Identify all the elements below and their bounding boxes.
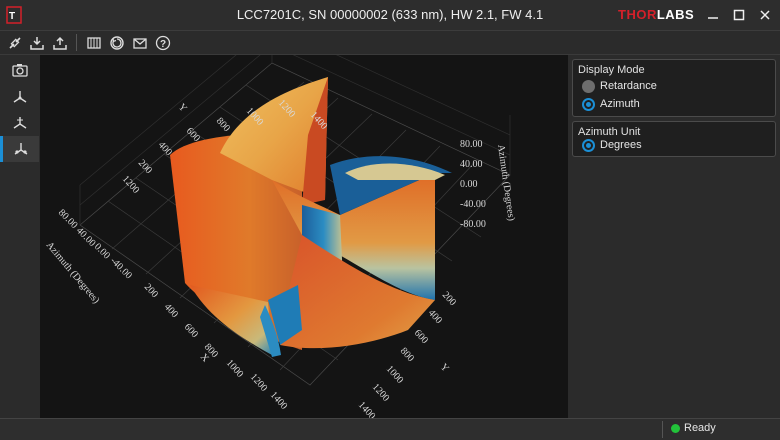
degrees-radio[interactable]	[582, 139, 595, 152]
svg-text:Azimuth (Degrees): Azimuth (Degrees)	[495, 144, 517, 222]
svg-text:0.00: 0.00	[460, 179, 478, 190]
3d-plot-icon	[14, 143, 28, 155]
svg-text:1200: 1200	[120, 174, 142, 196]
svg-text:?: ?	[160, 39, 166, 50]
svg-text:0.00: 0.00	[92, 241, 112, 261]
status-separator	[662, 421, 663, 438]
download-button[interactable]	[27, 33, 47, 52]
help-icon: ?	[155, 35, 171, 50]
thorlabs-logo: THORLABS	[618, 7, 695, 22]
email-icon	[133, 37, 147, 49]
svg-text:-80.00: -80.00	[460, 219, 486, 230]
display-mode-title: Display Mode	[578, 64, 645, 76]
svg-text:600: 600	[182, 322, 200, 341]
z-axis-right: 80.00 40.00 0.00 -40.00 -80.00 Azimuth (…	[460, 139, 517, 230]
connect-button[interactable]	[5, 33, 25, 52]
settings-panel: Display Mode Retardance Azimuth Azimuth …	[569, 55, 780, 418]
status-led-icon	[671, 424, 680, 433]
upload-button[interactable]	[50, 33, 70, 52]
calibration-icon	[87, 36, 101, 49]
azimuth-radio[interactable]	[582, 98, 595, 111]
svg-text:40.00: 40.00	[74, 225, 98, 249]
minimize-icon	[708, 17, 718, 19]
3d-plot-view[interactable]: 200 400 600 800 1000 1200 1400 Y 200 400…	[40, 55, 568, 418]
svg-text:Y: Y	[438, 362, 451, 375]
3d-surface-plot: 200 400 600 800 1000 1200 1400 Y 200 400…	[44, 55, 517, 418]
svg-text:200: 200	[136, 158, 154, 177]
svg-text:800: 800	[398, 346, 416, 365]
help-button[interactable]: ?	[153, 33, 173, 52]
degrees-label[interactable]: Degrees	[600, 139, 642, 151]
connect-icon	[9, 36, 21, 49]
svg-text:1400: 1400	[356, 400, 378, 418]
close-button[interactable]	[750, 0, 780, 30]
close-icon	[760, 10, 770, 20]
azimuth-unit-title: Azimuth Unit	[578, 126, 641, 138]
svg-text:1200: 1200	[370, 382, 392, 404]
axes-alt-icon	[13, 117, 27, 129]
display-mode-group: Display Mode Retardance Azimuth	[572, 59, 776, 117]
azimuth-unit-group: Azimuth Unit Degrees	[572, 121, 776, 157]
svg-text:1200: 1200	[248, 372, 270, 394]
calibration-button[interactable]	[84, 33, 104, 52]
download-icon	[30, 36, 44, 50]
retardance-label[interactable]: Retardance	[600, 80, 657, 92]
email-button[interactable]	[130, 33, 150, 52]
svg-text:1400: 1400	[268, 390, 290, 412]
svg-text:80.00: 80.00	[56, 207, 80, 231]
svg-text:80.00: 80.00	[460, 139, 483, 150]
svg-text:600: 600	[412, 328, 430, 347]
svg-text:1000: 1000	[224, 358, 246, 380]
camera-icon	[12, 64, 28, 77]
toolbar: ?	[0, 31, 780, 55]
svg-text:1000: 1000	[384, 364, 406, 386]
sidebar-item-axes[interactable]	[5, 84, 35, 110]
axes-icon	[13, 91, 27, 103]
svg-text:200: 200	[440, 290, 458, 309]
azimuth-label[interactable]: Azimuth	[600, 98, 640, 110]
refresh-icon	[110, 35, 124, 50]
maximize-icon	[733, 9, 745, 21]
svg-text:-40.00: -40.00	[460, 199, 486, 210]
sidebar-item-axes-alt[interactable]	[5, 110, 35, 136]
retardance-radio[interactable]	[582, 80, 595, 93]
svg-text:200: 200	[142, 282, 160, 301]
left-sidebar	[0, 55, 39, 418]
z-axis-left: 80.00 40.00 0.00 -40.00 Azimuth (Degrees…	[44, 207, 134, 306]
status-text: Ready	[684, 422, 716, 434]
svg-text:400: 400	[426, 308, 444, 327]
upload-icon	[53, 36, 67, 50]
svg-text:800: 800	[214, 116, 232, 135]
title-bar: T LCC7201C, SN 00000002 (633 nm), HW 2.1…	[0, 0, 780, 31]
svg-text:40.00: 40.00	[460, 159, 483, 170]
toolbar-separator	[76, 34, 77, 51]
svg-text:-40.00: -40.00	[108, 255, 134, 281]
sidebar-item-camera[interactable]	[5, 57, 35, 83]
svg-text:400: 400	[162, 302, 180, 321]
refresh-button[interactable]	[107, 33, 127, 52]
status-bar: Ready	[0, 418, 780, 440]
sidebar-item-3d-plot[interactable]	[0, 136, 39, 162]
